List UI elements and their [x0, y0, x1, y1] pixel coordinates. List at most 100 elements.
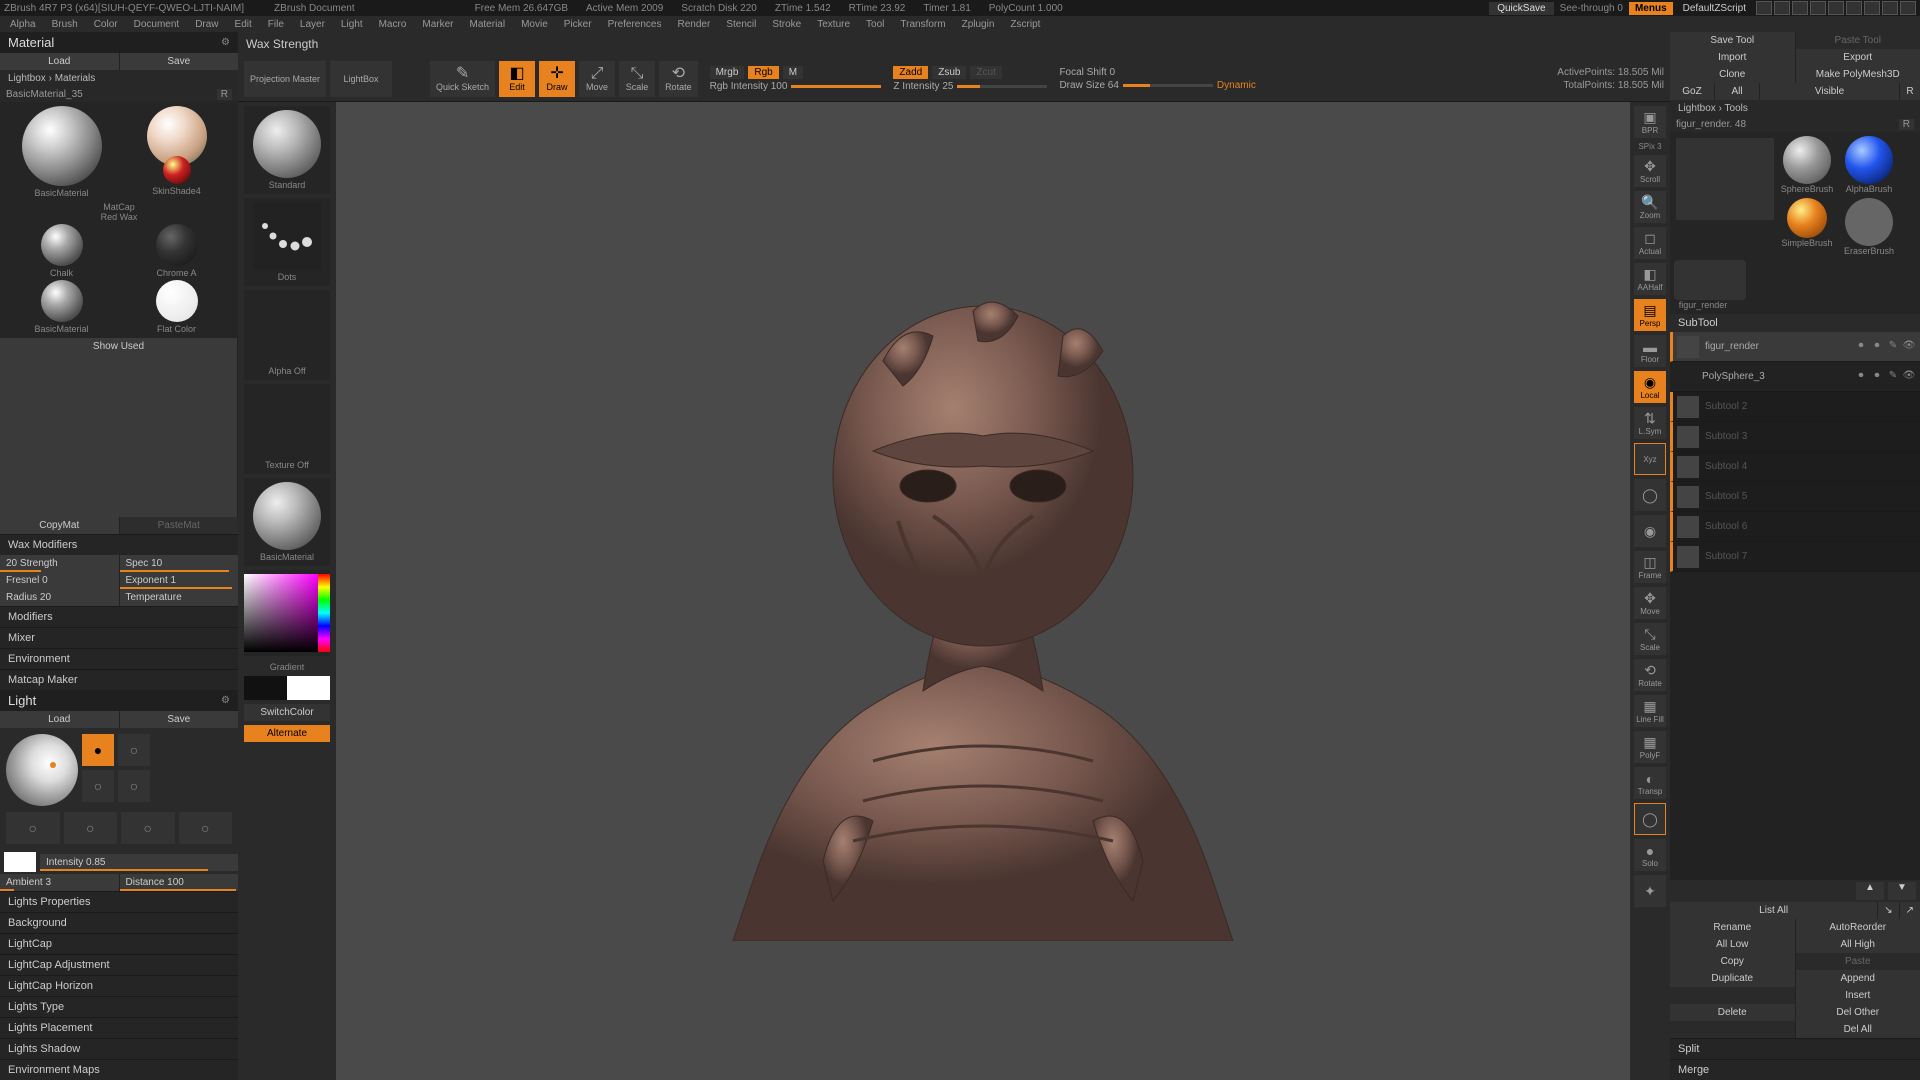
visibility-icon[interactable]: ⏺	[1854, 370, 1868, 384]
subtool-header[interactable]: SubTool	[1670, 314, 1920, 332]
lightcap-adjustment-section[interactable]: LightCap Adjustment	[0, 954, 238, 975]
subtool-item[interactable]: Subtool 3	[1670, 422, 1920, 452]
r-button[interactable]: R	[217, 89, 232, 100]
menu-material[interactable]: Material	[464, 19, 512, 30]
split-section[interactable]: Split	[1670, 1038, 1920, 1059]
zoom-button[interactable]: 🔍Zoom	[1634, 191, 1666, 223]
wax-strength-slider[interactable]: 20 Strength	[0, 555, 120, 572]
menu-zplugin[interactable]: Zplugin	[956, 19, 1001, 30]
draw-size-slider[interactable]: Draw Size 64	[1059, 80, 1118, 91]
spix-slider[interactable]: SPix 3	[1638, 142, 1661, 151]
nav-button[interactable]: ◉	[1634, 515, 1666, 547]
scroll-button[interactable]: ✥Scroll	[1634, 155, 1666, 187]
light-panel-header[interactable]: Light ⚙	[0, 690, 238, 711]
r-button[interactable]: R	[1900, 83, 1920, 100]
focal-shift-slider[interactable]: Focal Shift 0	[1059, 67, 1115, 78]
nav-button[interactable]: ◯	[1634, 479, 1666, 511]
move-up-button[interactable]: ▲	[1856, 882, 1884, 900]
bpr-button[interactable]: ▣BPR	[1634, 106, 1666, 138]
clone-button[interactable]: Clone	[1670, 66, 1796, 83]
menu-picker[interactable]: Picker	[558, 19, 598, 30]
layout-icon[interactable]	[1828, 1, 1844, 15]
menu-macro[interactable]: Macro	[373, 19, 413, 30]
subtool-item[interactable]: Subtool 6	[1670, 512, 1920, 542]
lightcap-horizon-section[interactable]: LightCap Horizon	[0, 975, 238, 996]
show-used-button[interactable]: Show Used	[0, 338, 238, 517]
import-button[interactable]: Import	[1670, 49, 1796, 66]
menu-document[interactable]: Document	[128, 19, 186, 30]
viewport[interactable]	[336, 102, 1630, 1080]
arrow-button[interactable]: ↗	[1900, 902, 1920, 919]
brush-icon[interactable]: ✎	[1886, 370, 1900, 384]
list-all-button[interactable]: List All	[1670, 902, 1878, 919]
lightbox-tools[interactable]: Lightbox › Tools	[1670, 100, 1920, 117]
menu-stencil[interactable]: Stencil	[720, 19, 762, 30]
light-direction-sphere[interactable]	[6, 734, 78, 806]
menu-movie[interactable]: Movie	[515, 19, 554, 30]
subtool-item[interactable]: Subtool 5	[1670, 482, 1920, 512]
move-button[interactable]: ✥Move	[1634, 587, 1666, 619]
menu-zscript[interactable]: Zscript	[1004, 19, 1046, 30]
m-button[interactable]: M	[783, 66, 803, 79]
light-4-toggle[interactable]: ○	[118, 770, 150, 802]
quick-sketch-button[interactable]: ✎Quick Sketch	[430, 61, 495, 97]
xpose-button[interactable]: ✦	[1634, 875, 1666, 907]
menu-light[interactable]: Light	[335, 19, 369, 30]
tool-thumb[interactable]: EraserBrush	[1840, 198, 1898, 256]
actual-button[interactable]: ◻Actual	[1634, 227, 1666, 259]
material-swatch[interactable]: SkinShade4	[123, 106, 231, 198]
save-light-button[interactable]: Save	[120, 711, 239, 728]
aahalf-button[interactable]: ◧AAHalf	[1634, 263, 1666, 295]
menu-alpha[interactable]: Alpha	[4, 19, 42, 30]
menu-layer[interactable]: Layer	[294, 19, 331, 30]
gear-icon[interactable]: ⚙	[221, 695, 230, 706]
material-swatch[interactable]: Chalk	[8, 224, 116, 278]
scale-button[interactable]: ⤡Scale	[1634, 623, 1666, 655]
tool-thumb[interactable]: SimpleBrush	[1778, 198, 1836, 256]
light-7-toggle[interactable]: ○	[121, 812, 175, 844]
light-6-toggle[interactable]: ○	[64, 812, 118, 844]
light-2-toggle[interactable]: ○	[118, 734, 150, 766]
quicksave-button[interactable]: QuickSave	[1489, 2, 1553, 15]
material-swatch[interactable]: MatCap Red Wax	[94, 200, 144, 222]
menus-button[interactable]: Menus	[1629, 2, 1673, 15]
tool-thumb[interactable]	[1674, 136, 1774, 256]
material-panel-header[interactable]: Material ⚙	[0, 32, 238, 53]
export-button[interactable]: Export	[1796, 49, 1920, 66]
lightcap-section[interactable]: LightCap	[0, 933, 238, 954]
append-button[interactable]: Append	[1796, 970, 1920, 987]
light-color-swatch[interactable]	[4, 852, 36, 872]
move-down-button[interactable]: ▼	[1888, 882, 1916, 900]
menu-draw[interactable]: Draw	[189, 19, 224, 30]
visibility-icon[interactable]: ⏺	[1870, 340, 1884, 354]
rename-button[interactable]: Rename	[1670, 919, 1796, 936]
subtool-item[interactable]: Subtool 4	[1670, 452, 1920, 482]
persp-button[interactable]: ▤Persp	[1634, 299, 1666, 331]
temperature-slider[interactable]: Temperature	[120, 589, 239, 606]
tool-thumb[interactable]: figur_render	[1674, 260, 1732, 310]
mixer-section[interactable]: Mixer	[0, 627, 238, 648]
edit-button[interactable]: ◧Edit	[499, 61, 535, 97]
menu-preferences[interactable]: Preferences	[602, 19, 668, 30]
draw-button[interactable]: ✛Draw	[539, 61, 575, 97]
mrgb-button[interactable]: Mrgb	[710, 66, 745, 79]
texture-picker[interactable]: Texture Off	[244, 384, 330, 474]
fresnel-slider[interactable]: Fresnel 0	[0, 572, 120, 589]
brush-icon[interactable]: ✎	[1886, 340, 1900, 354]
duplicate-button[interactable]: Duplicate	[1670, 970, 1796, 987]
intensity-slider[interactable]: Intensity 0.85	[40, 854, 238, 871]
zadd-button[interactable]: Zadd	[893, 66, 928, 79]
eye-icon[interactable]: 👁	[1902, 370, 1916, 384]
lightbox-materials[interactable]: Lightbox › Materials	[0, 70, 238, 87]
lsym-button[interactable]: ⇅L.Sym	[1634, 407, 1666, 439]
background-section[interactable]: Background	[0, 912, 238, 933]
menu-brush[interactable]: Brush	[46, 19, 84, 30]
arrow-button[interactable]: ↘	[1878, 902, 1899, 919]
maximize-icon[interactable]	[1864, 1, 1880, 15]
z-intensity-slider[interactable]: Z Intensity 25	[893, 81, 953, 92]
switchcolor-button[interactable]: SwitchColor	[244, 704, 330, 721]
matcap-maker-section[interactable]: Matcap Maker	[0, 669, 238, 690]
gear-icon[interactable]: ⚙	[221, 37, 230, 48]
menu-transform[interactable]: Transform	[894, 19, 951, 30]
transp-button[interactable]: ◐Transp	[1634, 767, 1666, 799]
